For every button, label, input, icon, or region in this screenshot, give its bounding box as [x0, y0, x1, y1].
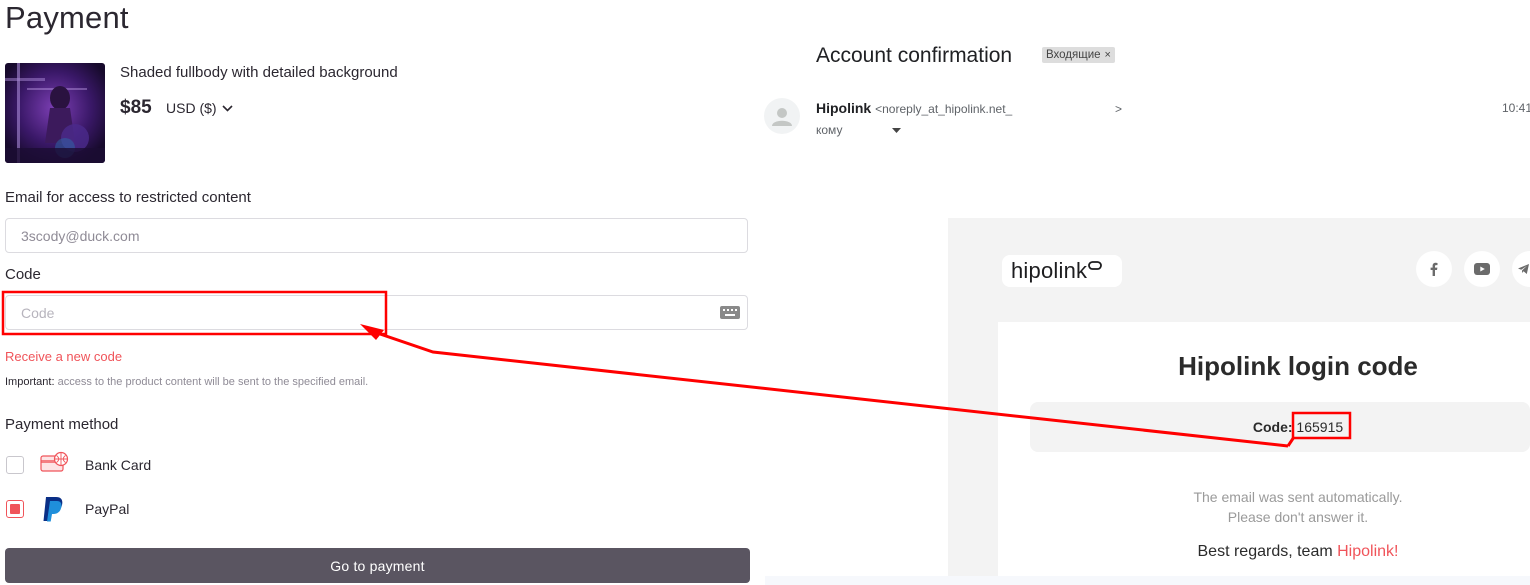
inbox-label-chip[interactable]: Входящие × [1042, 47, 1115, 63]
important-text: access to the product content will be se… [57, 376, 369, 388]
email-label: Email for access to restricted content [5, 189, 251, 206]
auto-note: The email was sent automatically. Please… [998, 487, 1530, 527]
facebook-icon[interactable] [1416, 251, 1452, 287]
important-prefix: Important: [5, 376, 55, 388]
auto-note-line1: The email was sent automatically. [1193, 489, 1403, 505]
payment-method-title: Payment method [5, 416, 119, 433]
hipolink-logo: hipolink [1002, 255, 1122, 287]
sender-name: Hipolink [816, 100, 872, 116]
sender-address-end: > [1115, 102, 1123, 116]
login-code-value: 165915 [1296, 419, 1344, 435]
email-value: 3scody@duck.com [21, 227, 140, 244]
paypal-icon [43, 497, 63, 522]
code-field[interactable]: Code [5, 295, 748, 330]
regards-brand-link[interactable]: Hipolink! [1337, 543, 1398, 560]
code-line-label: Code: [1252, 419, 1293, 435]
currency-select[interactable]: USD ($) [166, 100, 233, 116]
regards-line: Best regards, team Hipolink! [998, 543, 1530, 561]
mail-subject: Account confirmation [816, 44, 1013, 67]
bank-card-icon [40, 451, 69, 472]
inbox-label-text: Входящие [1046, 49, 1101, 61]
code-label: Code [5, 266, 41, 283]
chevron-down-icon [221, 104, 233, 112]
sender-address: <noreply_at_hipolink.net_ [875, 102, 1013, 116]
auto-note-line2: Please don't answer it. [1227, 509, 1369, 525]
regards-text: Best regards, team [1197, 543, 1333, 560]
checkbox-mark [10, 504, 20, 514]
sender-line: Hipolink <noreply_at_hipolink.net_ > [816, 100, 1122, 116]
paypal-label: PayPal [85, 501, 130, 517]
code-line: Code: 165915 [1030, 419, 1530, 435]
currency-value: USD ($) [166, 100, 217, 116]
to-label: кому [816, 123, 843, 137]
email-field[interactable]: 3scody@duck.com [5, 218, 748, 253]
important-note: Important: access to the product content… [5, 376, 368, 388]
logo-mark-icon [1088, 261, 1103, 270]
receive-new-code-link[interactable]: Receive a new code [5, 349, 122, 364]
paypal-checkbox[interactable] [6, 500, 24, 518]
caret-down-icon[interactable] [892, 127, 902, 133]
go-to-payment-button[interactable]: Go to payment [5, 548, 750, 583]
chip-close-icon[interactable]: × [1105, 49, 1111, 61]
bank-card-label: Bank Card [85, 457, 152, 473]
youtube-icon[interactable] [1464, 251, 1500, 287]
email-heading: Hipolink login code [1178, 351, 1418, 381]
page-title: Payment [5, 0, 129, 35]
mail-bottom-bar [765, 576, 1530, 585]
mail-time: 10:41 [1502, 101, 1530, 115]
sender-avatar [764, 98, 800, 134]
keyboard-icon[interactable] [720, 306, 740, 319]
product-thumbnail [5, 63, 105, 163]
product-price: $85 [120, 97, 152, 118]
recipient-line[interactable]: кому [816, 123, 902, 137]
bank-card-checkbox[interactable] [6, 456, 24, 474]
hipolink-logo-text: hipolink [1011, 258, 1088, 283]
product-name: Shaded fullbody with detailed background [120, 64, 398, 81]
code-placeholder: Code [21, 304, 55, 321]
